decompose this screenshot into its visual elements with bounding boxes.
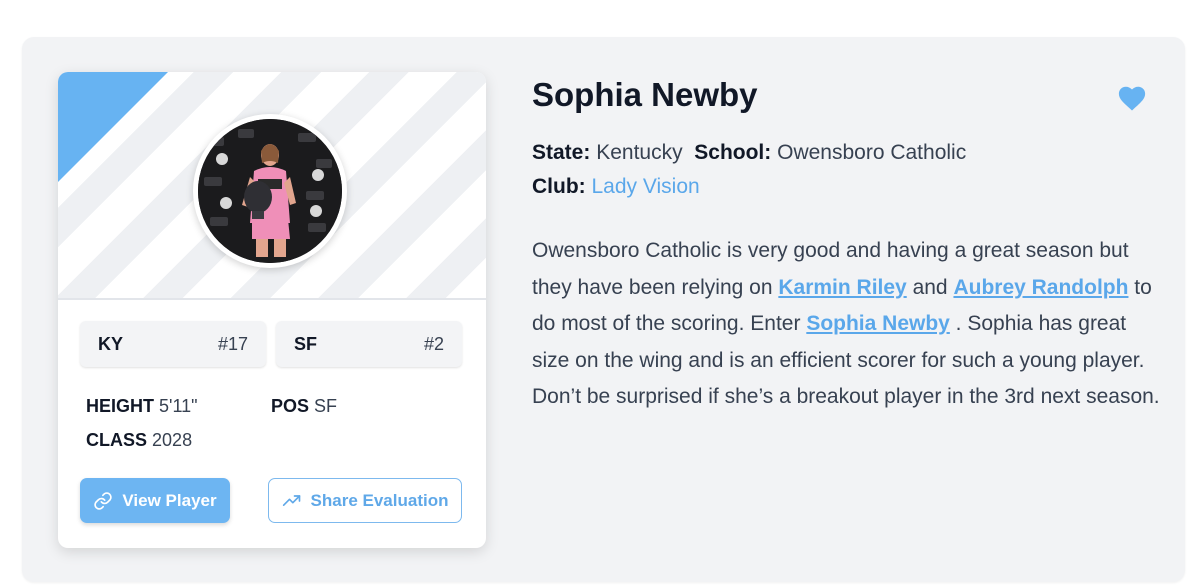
- evaluation-text-part: and: [906, 275, 954, 299]
- state-code: KY: [98, 334, 124, 354]
- club-link[interactable]: Lady Vision: [592, 175, 700, 198]
- favorite-button[interactable]: [1117, 84, 1147, 112]
- player-club: Club: Lady Vision: [532, 175, 700, 199]
- height-value: 5'11": [159, 396, 198, 416]
- accent-corner: [58, 72, 168, 182]
- player-card: KY #17 SF #2 HEIGHT 5'11" POS SF CLASS 2…: [58, 72, 486, 548]
- player-name: Sophia Newby: [532, 76, 758, 113]
- state-value: Kentucky: [596, 141, 683, 164]
- player-photo: [198, 119, 342, 263]
- height-stat: HEIGHT 5'11": [86, 396, 198, 417]
- player-link-karmin-riley[interactable]: Karmin Riley: [778, 276, 906, 299]
- pos-stat: POS SF: [271, 396, 337, 417]
- position-rank: #2: [423, 334, 444, 354]
- state-rank: #17: [217, 334, 248, 354]
- player-link-aubrey-randolph[interactable]: Aubrey Randolph: [953, 276, 1128, 299]
- trending-up-icon: [282, 494, 300, 506]
- pos-label: POS: [271, 396, 310, 416]
- avatar: [193, 114, 347, 268]
- position-rank-tag: SF #2: [276, 321, 462, 367]
- state-rank-tag: KY #17: [80, 321, 266, 367]
- share-evaluation-label: Share Evaluation: [310, 490, 449, 510]
- state-label: State:: [532, 141, 591, 164]
- height-label: HEIGHT: [86, 396, 155, 416]
- class-label: CLASS: [86, 430, 148, 450]
- view-player-button[interactable]: View Player: [80, 478, 230, 523]
- view-player-label: View Player: [122, 490, 217, 510]
- heart-icon: [1118, 86, 1146, 111]
- club-label: Club:: [532, 175, 586, 198]
- school-label: School:: [694, 141, 772, 164]
- class-stat: CLASS 2028: [86, 430, 192, 451]
- card-header-banner: [58, 72, 486, 300]
- pos-value: SF: [314, 396, 338, 416]
- link-icon: [94, 491, 113, 510]
- player-link-sophia-newby[interactable]: Sophia Newby: [806, 312, 950, 335]
- school-value: Owensboro Catholic: [777, 141, 967, 164]
- share-evaluation-button[interactable]: Share Evaluation: [268, 478, 462, 523]
- position-code: SF: [294, 334, 318, 354]
- class-value: 2028: [152, 430, 193, 450]
- player-location: State: Kentucky School: Owensboro Cathol…: [532, 141, 966, 165]
- evaluation-text: Owensboro Catholic is very good and havi…: [532, 233, 1162, 416]
